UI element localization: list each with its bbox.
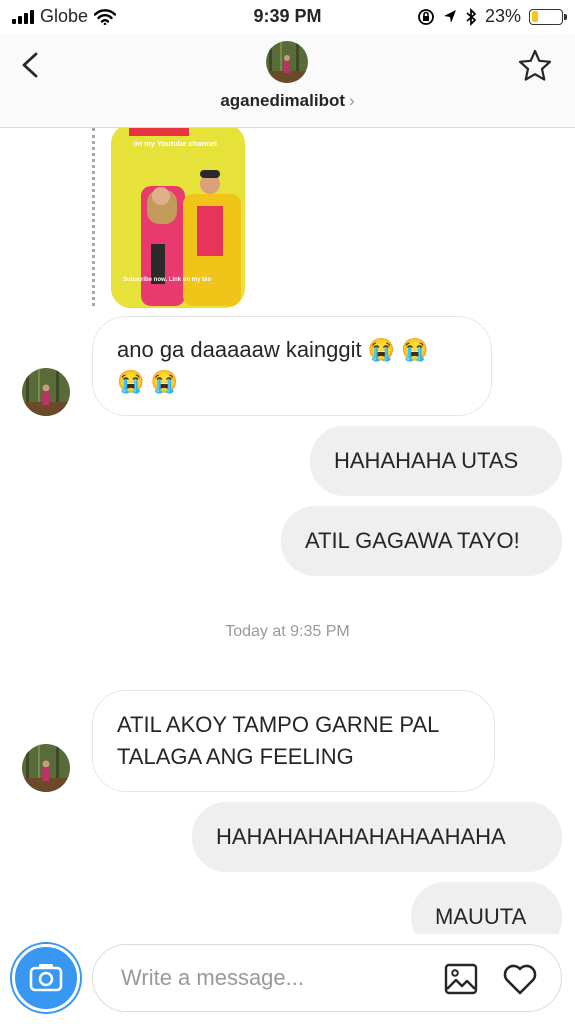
message-incoming[interactable]: ano ga daaaaaw kainggit 😭 😭 😭 😭 <box>92 316 492 416</box>
story-reply-card[interactable]: on my Youtube channel Subscribe now. Lin… <box>111 128 245 308</box>
bluetooth-icon <box>466 7 477 26</box>
camera-button[interactable] <box>12 944 80 1012</box>
sender-avatar[interactable] <box>22 368 70 416</box>
story-reply-line <box>92 128 95 306</box>
header-avatar[interactable] <box>266 41 308 83</box>
camera-icon <box>29 964 63 992</box>
message-composer <box>0 934 575 1024</box>
battery-icon <box>529 8 567 25</box>
message-outgoing[interactable]: ATIL GAGAWA TAYO! <box>281 506 562 576</box>
conversation-header: aganedimalibot › <box>0 34 575 128</box>
username-label: aganedimalibot <box>220 91 345 110</box>
location-icon <box>443 9 456 23</box>
sender-avatar[interactable] <box>22 744 70 792</box>
chevron-right-icon: › <box>349 91 355 110</box>
story-footer: Subscribe now. Link on my bio <box>123 277 211 283</box>
message-thread[interactable]: on my Youtube channel Subscribe now. Lin… <box>0 128 575 934</box>
star-button[interactable] <box>517 48 553 84</box>
heart-icon[interactable] <box>501 960 539 998</box>
status-right: 23% <box>417 6 567 27</box>
header-username[interactable]: aganedimalibot › <box>0 91 575 111</box>
back-button[interactable] <box>14 48 48 82</box>
battery-level <box>531 11 539 22</box>
message-input-container <box>92 944 562 1012</box>
message-input[interactable] <box>121 945 421 1011</box>
gallery-icon[interactable] <box>443 961 479 997</box>
battery-percent: 23% <box>484 6 521 26</box>
rotation-lock-icon <box>418 8 434 25</box>
story-caption: on my Youtube channel <box>133 139 217 148</box>
message-outgoing[interactable]: MAUUTA <box>411 882 562 934</box>
message-incoming[interactable]: ATIL AKOY TAMPO GARNE PAL TALAGA ANG FEE… <box>92 690 495 792</box>
timestamp-divider: Today at 9:35 PM <box>225 623 350 640</box>
message-outgoing[interactable]: HAHAHAHAHAHAHAAHAHA <box>192 802 562 872</box>
status-bar: Globe 9:39 PM 23% <box>0 0 575 34</box>
message-outgoing[interactable]: HAHAHAHA UTAS <box>310 426 562 496</box>
